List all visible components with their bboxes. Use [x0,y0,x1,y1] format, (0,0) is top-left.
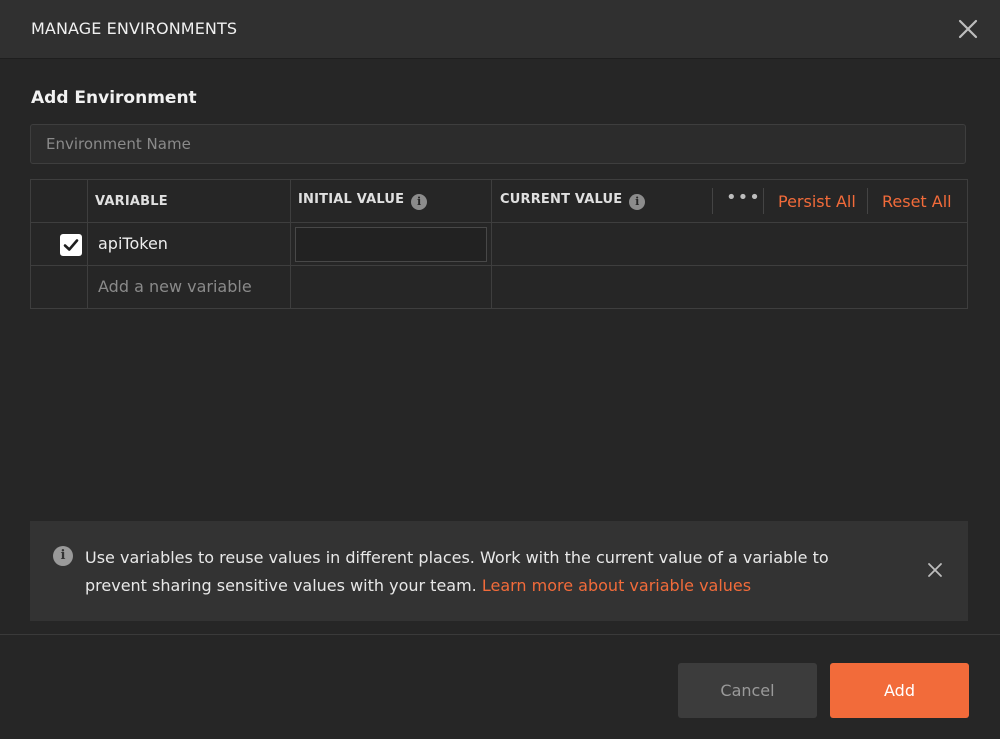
info-banner: i Use variables to reuse values in diffe… [30,521,968,621]
add-new-variable-input[interactable]: Add a new variable [98,277,252,296]
add-button[interactable]: Add [830,663,969,718]
header-separator [763,188,764,214]
variable-enabled-checkbox[interactable] [60,234,82,256]
footer-divider [0,634,1000,635]
new-variable-row: Add a new variable [31,266,967,308]
section-title: Add Environment [31,88,197,108]
close-icon[interactable] [956,17,980,41]
initial-value-input[interactable] [295,227,487,262]
close-icon[interactable] [926,561,944,579]
header-current-value: CURRENT VALUE i [500,192,646,210]
variable-name[interactable]: apiToken [98,234,168,253]
checkmark-icon [63,239,79,251]
persist-all-button[interactable]: Persist All [778,192,856,211]
header-separator [867,188,868,214]
info-icon: i [53,546,73,566]
environment-name-input[interactable] [30,124,966,164]
variables-table: VARIABLE INITIAL VALUE i CURRENT VALUE i •… [30,179,968,309]
more-options-icon[interactable]: ••• [726,186,760,214]
cancel-button[interactable]: Cancel [678,663,817,718]
header-initial-value-label: INITIAL VALUE [298,192,405,207]
info-icon[interactable]: i [629,194,646,210]
manage-environments-modal: MANAGE ENVIRONMENTS Add Environment VARI… [0,0,1000,739]
header-variable: VARIABLE [95,194,168,209]
table-header-row: VARIABLE INITIAL VALUE i CURRENT VALUE i •… [31,180,967,223]
learn-more-link[interactable]: Learn more about variable values [482,576,751,595]
info-icon[interactable]: i [411,194,428,210]
modal-header: MANAGE ENVIRONMENTS [0,0,1000,59]
reset-all-button[interactable]: Reset All [882,192,952,211]
header-separator [712,188,713,214]
header-current-value-label: CURRENT VALUE [500,192,623,207]
header-initial-value: INITIAL VALUE i [298,192,428,210]
table-row: apiToken [31,223,967,266]
info-banner-text: Use variables to reuse values in differe… [85,544,885,600]
modal-title: MANAGE ENVIRONMENTS [31,19,238,38]
